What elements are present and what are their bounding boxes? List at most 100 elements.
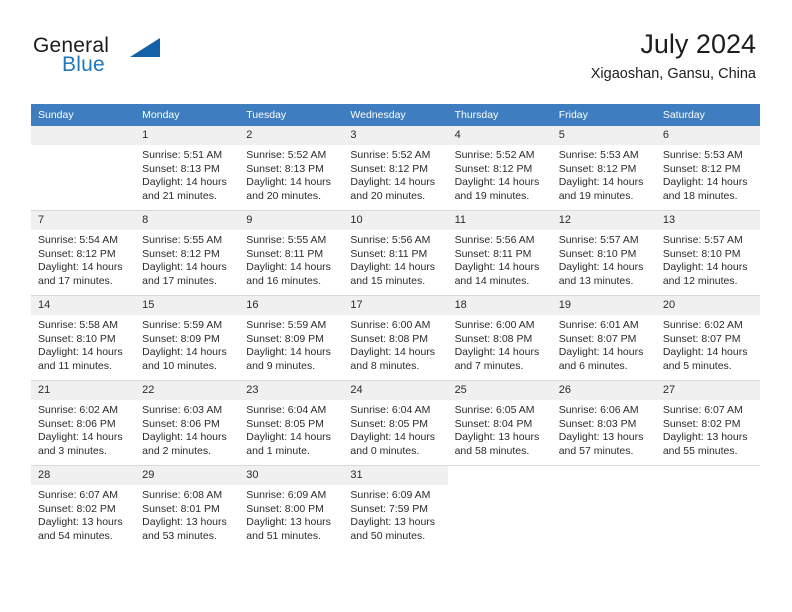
daylight-text: Daylight: 14 hours [38,261,123,274]
calendar-week-row: 14 Sunrise: 5:58 AM Sunset: 8:10 PM Dayligh… [31,295,760,381]
daylight-text: Daylight: 14 hours [246,261,331,274]
calendar-day-cell[interactable]: 14 Sunrise: 5:58 AM Sunset: 8:10 PM Dayligh… [31,295,136,381]
day-number: 22 [135,381,240,400]
daylight-text: Daylight: 14 hours [142,431,227,444]
sunset-text: Sunset: 8:02 PM [38,502,116,515]
sunset-text: Sunset: 8:12 PM [558,162,637,175]
day-number: 1 [135,126,240,145]
day-number: 9 [239,211,344,230]
calendar-day-cell-empty [655,465,760,550]
day-number: 26 [551,381,656,400]
calendar-day-cell[interactable]: 2 Sunrise: 5:52 AM Sunset: 8:13 PM Daylight… [239,126,344,211]
calendar-day-cell[interactable]: 25 Sunrise: 6:05 AM Sunset: 8:04 PM Dayligh… [447,380,552,466]
daylight-text-cont: and 6 minutes. [558,359,628,372]
day-sun-info: Sunrise: 5:56 AM Sunset: 8:11 PM Daylight:… [448,230,552,288]
day-number: 15 [135,296,240,315]
day-number: 30 [239,466,344,485]
day-number: 27 [655,381,760,400]
sunrise-text: Sunrise: 5:51 AM [142,149,223,161]
day-sun-info: Sunrise: 5:56 AM Sunset: 8:11 PM Daylight:… [343,230,447,288]
daylight-text: Daylight: 13 hours [662,431,748,444]
sunrise-text: Sunrise: 6:00 AM [454,319,535,331]
calendar-day-cell[interactable]: 22 Sunrise: 6:03 AM Sunset: 8:06 PM Dayligh… [135,380,240,466]
day-sun-info: Sunrise: 5:52 AM Sunset: 8:12 PM Daylight:… [343,145,447,203]
calendar-day-cell[interactable]: 28 Sunrise: 6:07 AM Sunset: 8:02 PM Dayligh… [31,465,136,550]
calendar-day-cell[interactable]: 9 Sunrise: 5:55 AM Sunset: 8:11 PM Daylight… [239,210,344,296]
day-number: 17 [343,296,448,315]
day-sun-info: Sunrise: 6:00 AM Sunset: 8:08 PM Daylight:… [448,315,552,373]
daylight-text: Daylight: 14 hours [246,346,331,359]
daylight-text-cont: and 51 minutes. [246,529,321,542]
calendar-day-cell[interactable]: 3 Sunrise: 5:52 AM Sunset: 8:12 PM Daylight… [343,126,448,211]
weekday-header-monday: Monday [135,104,240,126]
calendar-day-cell[interactable]: 1 Sunrise: 5:51 AM Sunset: 8:13 PM Daylight… [135,126,240,211]
day-sun-info [552,485,656,489]
daylight-text: Daylight: 13 hours [558,431,644,444]
sunset-text: Sunset: 8:11 PM [350,247,428,260]
calendar-day-cell[interactable]: 11 Sunrise: 5:56 AM Sunset: 8:11 PM Dayligh… [447,210,552,296]
daylight-text: Daylight: 13 hours [142,516,227,529]
day-number: 3 [343,126,448,145]
calendar-day-cell[interactable]: 31 Sunrise: 6:09 AM Sunset: 7:59 PM Dayligh… [343,465,448,550]
calendar-day-cell[interactable]: 16 Sunrise: 5:59 AM Sunset: 8:09 PM Dayligh… [239,295,344,381]
calendar-day-cell[interactable]: 30 Sunrise: 6:09 AM Sunset: 8:00 PM Dayligh… [239,465,344,550]
calendar-day-cell[interactable]: 18 Sunrise: 6:00 AM Sunset: 8:08 PM Dayligh… [447,295,552,381]
day-number: 28 [31,466,136,485]
day-sun-info: Sunrise: 5:55 AM Sunset: 8:11 PM Daylight:… [239,230,343,288]
sunset-text: Sunset: 8:05 PM [350,417,429,430]
calendar-day-cell[interactable]: 20 Sunrise: 6:02 AM Sunset: 8:07 PM Dayligh… [655,295,760,381]
daylight-text: Daylight: 14 hours [662,261,748,274]
calendar-day-cell[interactable]: 24 Sunrise: 6:04 AM Sunset: 8:05 PM Dayligh… [343,380,448,466]
weekday-header-friday: Friday [551,104,656,126]
sunset-text: Sunset: 8:04 PM [454,417,533,430]
day-sun-info: Sunrise: 5:53 AM Sunset: 8:12 PM Daylight:… [656,145,760,203]
day-sun-info [448,485,552,489]
calendar-day-cell[interactable]: 21 Sunrise: 6:02 AM Sunset: 8:06 PM Dayligh… [31,380,136,466]
day-sun-info: Sunrise: 5:57 AM Sunset: 8:10 PM Daylight:… [552,230,656,288]
calendar-day-cell[interactable]: 26 Sunrise: 6:06 AM Sunset: 8:03 PM Dayligh… [551,380,656,466]
sunrise-text: Sunrise: 5:57 AM [558,234,639,246]
day-sun-info: Sunrise: 5:59 AM Sunset: 8:09 PM Daylight:… [239,315,343,373]
daylight-text-cont: and 3 minutes. [38,444,107,457]
calendar-day-cell[interactable]: 13 Sunrise: 5:57 AM Sunset: 8:10 PM Dayligh… [655,210,760,296]
calendar-day-cell[interactable]: 27 Sunrise: 6:07 AM Sunset: 8:02 PM Dayligh… [655,380,760,466]
daylight-text: Daylight: 14 hours [142,346,227,359]
calendar-day-cell[interactable]: 7 Sunrise: 5:54 AM Sunset: 8:12 PM Daylight… [31,210,136,296]
sunrise-text: Sunrise: 6:04 AM [350,404,431,416]
calendar-day-cell[interactable]: 6 Sunrise: 5:53 AM Sunset: 8:12 PM Daylight… [655,126,760,211]
daylight-text: Daylight: 14 hours [350,176,436,189]
title-block: July 2024 Xigaoshan, Gansu, China [591,28,756,83]
daylight-text-cont: and 10 minutes. [142,359,217,372]
daylight-text: Daylight: 14 hours [350,431,436,444]
calendar-day-cell[interactable]: 8 Sunrise: 5:55 AM Sunset: 8:12 PM Daylight… [135,210,240,296]
calendar-day-cell[interactable]: 15 Sunrise: 5:59 AM Sunset: 8:09 PM Dayligh… [135,295,240,381]
calendar-day-cell[interactable]: 10 Sunrise: 5:56 AM Sunset: 8:11 PM Dayligh… [343,210,448,296]
sunset-text: Sunset: 8:00 PM [246,502,324,515]
daylight-text: Daylight: 14 hours [454,261,540,274]
calendar-day-cell-empty [551,465,656,550]
calendar-day-cell[interactable]: 5 Sunrise: 5:53 AM Sunset: 8:12 PM Daylight… [551,126,656,211]
daylight-text: Daylight: 14 hours [38,346,123,359]
sunset-text: Sunset: 8:05 PM [246,417,324,430]
sunset-text: Sunset: 8:10 PM [558,247,637,260]
sunset-text: Sunset: 8:06 PM [38,417,116,430]
day-number: 24 [343,381,448,400]
calendar-day-cell[interactable]: 17 Sunrise: 6:00 AM Sunset: 8:08 PM Dayligh… [343,295,448,381]
day-number: 18 [447,296,552,315]
daylight-text-cont: and 20 minutes. [350,189,426,202]
daylight-text-cont: and 0 minutes. [350,444,420,457]
calendar-day-cell[interactable]: 23 Sunrise: 6:04 AM Sunset: 8:05 PM Dayligh… [239,380,344,466]
day-sun-info: Sunrise: 6:01 AM Sunset: 8:07 PM Daylight:… [552,315,656,373]
calendar-day-cell[interactable]: 12 Sunrise: 5:57 AM Sunset: 8:10 PM Dayligh… [551,210,656,296]
daylight-text: Daylight: 14 hours [246,431,331,444]
location-subtitle: Xigaoshan, Gansu, China [590,66,756,82]
weekday-header-row: Sunday Monday Tuesday Wednesday Thursday… [31,104,760,126]
sunrise-text: Sunrise: 5:54 AM [38,234,118,246]
calendar-day-cell[interactable]: 4 Sunrise: 5:52 AM Sunset: 8:12 PM Daylight… [447,126,552,211]
brand-logo[interactable]: General Blue [33,34,233,88]
calendar-day-cell[interactable]: 29 Sunrise: 6:08 AM Sunset: 8:01 PM Dayligh… [135,465,240,550]
day-sun-info: Sunrise: 6:04 AM Sunset: 8:05 PM Daylight:… [343,400,447,458]
calendar-day-cell[interactable]: 19 Sunrise: 6:01 AM Sunset: 8:07 PM Dayligh… [551,295,656,381]
day-number: 12 [551,211,656,230]
sunrise-text: Sunrise: 6:07 AM [662,404,743,416]
